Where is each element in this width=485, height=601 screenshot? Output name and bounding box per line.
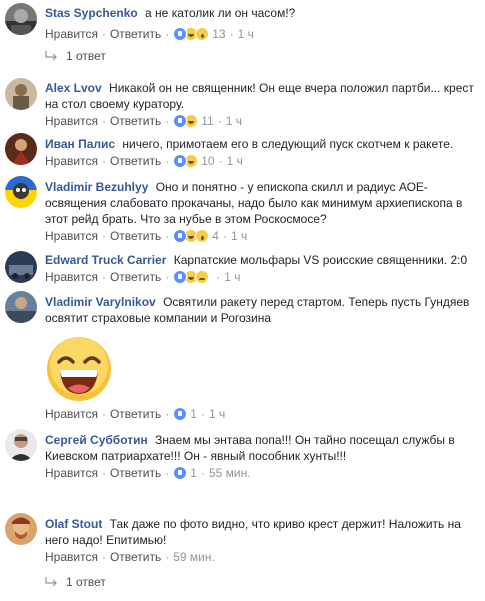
view-replies[interactable]: 1 ответ — [44, 574, 106, 590]
like-reaction-icon — [173, 466, 188, 480]
like-button[interactable]: Нравится — [45, 465, 98, 481]
like-button[interactable]: Нравится — [45, 406, 98, 422]
comment-body: Vladimir Varylnikov Освятили ракету пере… — [45, 294, 475, 326]
timestamp[interactable]: 1 ч — [227, 153, 243, 169]
wow-reaction-icon — [195, 229, 210, 243]
comment-text: Никакой он не священник! Он еще вчера по… — [45, 81, 474, 111]
comment-body: Сергей Субботин Знаем мы энтава попа!!! … — [45, 432, 475, 464]
comment-author[interactable]: Vladimir Bezuhlyy — [45, 180, 148, 194]
comment-author[interactable]: Сергей Субботин — [45, 433, 148, 447]
reply-button[interactable]: Ответить — [110, 153, 161, 169]
comment-body: Иван Палис ничего, примотаем его в следу… — [45, 136, 475, 152]
reply-button[interactable]: Ответить — [110, 228, 161, 244]
like-button[interactable]: Нравится — [45, 228, 98, 244]
avatar[interactable] — [5, 429, 37, 461]
laughing-smiley-sticker[interactable] — [46, 336, 112, 402]
comment-text: ничего, примотаем его в следующий пуск с… — [122, 137, 454, 151]
timestamp[interactable]: 1 ч — [226, 113, 242, 129]
wow-reaction-icon — [195, 27, 210, 41]
comment-body: Vladimir Bezuhlyy Оно и понятно - у епис… — [45, 179, 475, 227]
comment-author[interactable]: Olaf Stout — [45, 517, 102, 531]
reply-button[interactable]: Ответить — [110, 465, 161, 481]
avatar[interactable] — [5, 513, 37, 545]
reply-button[interactable]: Ответить — [110, 406, 161, 422]
reply-button[interactable]: Ответить — [110, 26, 161, 42]
avatar[interactable] — [5, 78, 37, 110]
reply-button[interactable]: Ответить — [110, 113, 161, 129]
reactions[interactable] — [173, 154, 199, 168]
comment-author[interactable]: Alex Lvov — [45, 81, 102, 95]
comment-actions: Нравится · Ответить · 11 · 1 ч — [45, 113, 242, 129]
like-button[interactable]: Нравится — [45, 113, 98, 129]
reactions[interactable] — [173, 270, 210, 284]
reply-arrow-icon — [45, 51, 57, 61]
reactions[interactable] — [173, 229, 210, 243]
avatar[interactable] — [5, 251, 37, 283]
timestamp[interactable]: 55 мин. — [209, 465, 251, 481]
comment-actions: Нравится · Ответить · · 1 ч — [45, 269, 241, 285]
comment-author[interactable]: Stas Sypchenko — [45, 6, 138, 20]
like-button[interactable]: Нравится — [45, 153, 98, 169]
reply-button[interactable]: Ответить — [110, 549, 161, 565]
reply-button[interactable]: Ответить — [110, 269, 161, 285]
timestamp[interactable]: 59 мин. — [173, 549, 215, 565]
like-button[interactable]: Нравится — [45, 26, 98, 42]
reaction-count[interactable]: 13 — [212, 26, 225, 42]
reactions[interactable] — [173, 407, 188, 421]
timestamp[interactable]: 1 ч — [238, 26, 254, 42]
avatar[interactable] — [5, 176, 37, 208]
sad-reaction-icon — [195, 270, 210, 284]
reaction-count[interactable]: 1 — [190, 406, 197, 422]
reaction-count[interactable]: 4 — [212, 228, 219, 244]
reactions[interactable] — [173, 114, 199, 128]
reactions[interactable] — [173, 27, 210, 41]
comment-text: а не католик ли он часом!? — [145, 6, 296, 20]
timestamp[interactable]: 1 ч — [224, 269, 240, 285]
reaction-count[interactable]: 1 — [190, 465, 197, 481]
reactions[interactable] — [173, 466, 188, 480]
comment-text: Карпатские мольфары VS роисские священни… — [173, 253, 468, 267]
avatar[interactable] — [5, 3, 37, 35]
comment-body: Olaf Stout Так даже по фото видно, что к… — [45, 516, 475, 548]
avatar[interactable] — [5, 133, 37, 165]
timestamp[interactable]: 1 ч — [231, 228, 247, 244]
replies-count[interactable]: 1 ответ — [66, 49, 106, 63]
view-replies[interactable]: 1 ответ — [44, 48, 106, 64]
comment-text: Так даже по фото видно, что криво крест … — [45, 517, 461, 547]
like-reaction-icon — [173, 407, 188, 421]
comment-author[interactable]: Vladimir Varylnikov — [45, 295, 156, 309]
reaction-count[interactable]: 10 — [201, 153, 214, 169]
comment-body: Stas Sypchenko а не католик ли он часом!… — [45, 5, 475, 21]
comment-actions: Нравится · Ответить · 13 · 1 ч — [45, 26, 254, 42]
comment-author[interactable]: Иван Палис — [45, 137, 115, 151]
avatar[interactable] — [5, 291, 37, 323]
comment-actions: Нравится · Ответить · 10 · 1 ч — [45, 153, 243, 169]
comment-author[interactable]: Edward Truck Carrier — [45, 253, 166, 267]
comment-body: Edward Truck Carrier Карпатские мольфары… — [45, 252, 475, 268]
comment-actions: Нравится · Ответить · 4 · 1 ч — [45, 228, 248, 244]
timestamp[interactable]: 1 ч — [209, 406, 225, 422]
comment-actions: Нравится · Ответить · 1 · 55 мин. — [45, 465, 251, 481]
comment-body: Alex Lvov Никакой он не священник! Он ещ… — [45, 80, 475, 112]
comment-actions: Нравится · Ответить · 59 мин. — [45, 549, 215, 565]
replies-count[interactable]: 1 ответ — [66, 575, 106, 589]
like-button[interactable]: Нравится — [45, 269, 98, 285]
comment-actions: Нравится · Ответить · 1 · 1 ч — [45, 406, 226, 422]
reply-arrow-icon — [45, 577, 57, 587]
reaction-count[interactable]: 11 — [201, 113, 213, 129]
like-button[interactable]: Нравится — [45, 549, 98, 565]
